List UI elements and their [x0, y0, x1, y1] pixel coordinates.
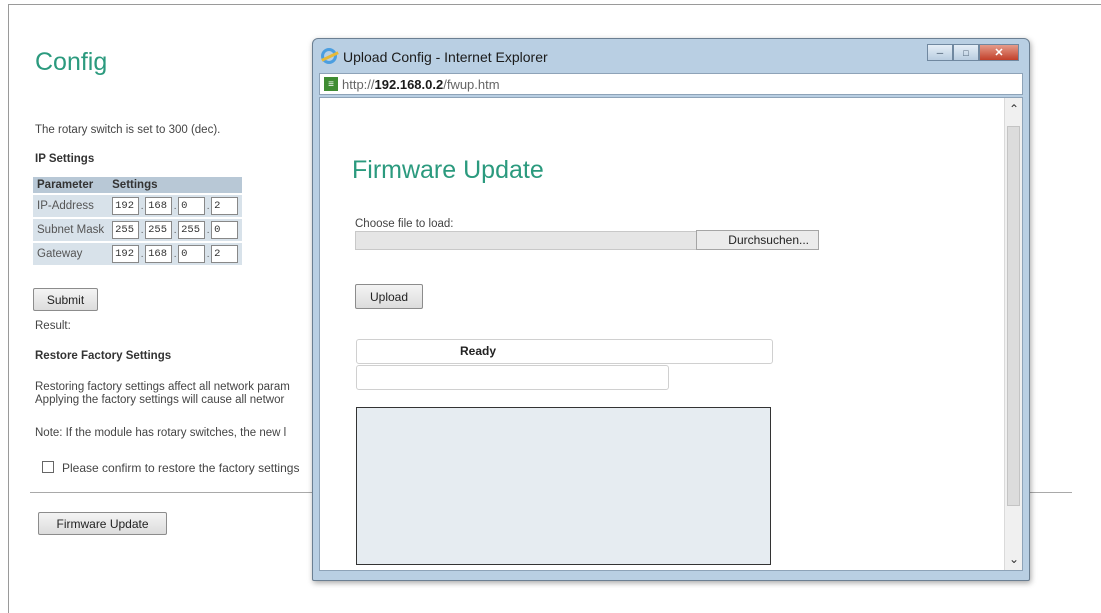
confirm-restore-checkbox[interactable]: [42, 461, 54, 473]
firmware-update-button[interactable]: Firmware Update: [38, 512, 167, 535]
browse-button[interactable]: Durchsuchen...: [696, 230, 819, 250]
maximize-icon[interactable]: □: [953, 44, 979, 61]
subnet-octet-1[interactable]: [112, 221, 140, 239]
scroll-up-icon[interactable]: ⌃: [1005, 102, 1022, 116]
gateway-octets: . . .: [108, 243, 243, 265]
scroll-thumb[interactable]: [1007, 126, 1020, 506]
rotary-note-text: Note: If the module has rotary switches,…: [35, 427, 287, 439]
table-header-row: Parameter Settings: [33, 177, 243, 193]
address-host: 192.168.0.2: [374, 76, 444, 92]
ie-logo-icon: [321, 48, 337, 64]
ip-octet-2[interactable]: [145, 197, 173, 215]
minimize-icon[interactable]: ─: [927, 44, 953, 61]
gateway-octet-1[interactable]: [112, 245, 140, 263]
address-prefix: http://: [342, 76, 375, 92]
choose-file-label: Choose file to load:: [355, 218, 454, 230]
ip-settings-heading: IP Settings: [35, 153, 95, 165]
upload-button[interactable]: Upload: [355, 284, 423, 309]
gateway-octet-2[interactable]: [145, 245, 173, 263]
ip-octet-4[interactable]: [211, 197, 239, 215]
subnet-octet-2[interactable]: [145, 221, 173, 239]
restore-description-line-2: Applying the factory settings will cause…: [35, 394, 285, 406]
window-controls: ─ □ ✕: [927, 44, 1019, 61]
popup-content: Firmware Update Choose file to load: Dur…: [319, 97, 1023, 571]
gateway-octet-4[interactable]: [211, 245, 239, 263]
table-row: Gateway . . .: [33, 243, 243, 265]
row-label-ip-address: IP-Address: [33, 195, 109, 217]
subnet-octet-4[interactable]: [211, 221, 239, 239]
rotary-switch-text: The rotary switch is set to 300 (dec).: [35, 124, 221, 136]
table-row: Subnet Mask . . .: [33, 219, 243, 241]
scroll-down-icon[interactable]: ⌄: [1005, 552, 1022, 566]
divider-right: [1030, 492, 1072, 493]
close-icon[interactable]: ✕: [979, 44, 1019, 61]
page-title: Config: [35, 48, 108, 76]
row-label-subnet-mask: Subnet Mask: [33, 219, 109, 241]
restore-factory-heading: Restore Factory Settings: [35, 350, 172, 362]
ip-octet-3[interactable]: [178, 197, 206, 215]
subnet-mask-octets: . . .: [108, 219, 243, 241]
subnet-octet-3[interactable]: [178, 221, 206, 239]
restore-description-line-1: Restoring factory settings affect all ne…: [35, 381, 290, 393]
vertical-scrollbar[interactable]: ⌃ ⌄: [1004, 98, 1022, 570]
file-path-input[interactable]: [355, 231, 697, 250]
ip-address-octets: . . .: [108, 195, 243, 217]
column-header-parameter: Parameter: [33, 177, 109, 193]
status-field: Ready: [356, 339, 773, 364]
progress-field: [356, 365, 669, 390]
page-icon: ≡: [324, 77, 338, 91]
gateway-octet-3[interactable]: [178, 245, 206, 263]
divider-left: [30, 492, 315, 493]
window-title: Upload Config - Internet Explorer: [343, 49, 548, 65]
row-label-gateway: Gateway: [33, 243, 109, 265]
upload-config-window: Upload Config - Internet Explorer ─ □ ✕ …: [312, 38, 1030, 581]
address-bar[interactable]: ≡ http://192.168.0.2/fwup.htm: [319, 73, 1023, 95]
ip-settings-table: Parameter Settings IP-Address . . . Subn…: [33, 175, 243, 267]
table-row: IP-Address . . .: [33, 195, 243, 217]
submit-button[interactable]: Submit: [33, 288, 98, 311]
log-textarea[interactable]: [356, 407, 771, 565]
confirm-restore-label: Please confirm to restore the factory se…: [62, 461, 300, 475]
ip-octet-1[interactable]: [112, 197, 140, 215]
firmware-update-heading: Firmware Update: [352, 156, 544, 184]
result-label: Result:: [35, 320, 71, 332]
address-path: /fwup.htm: [443, 76, 500, 92]
column-header-settings: Settings: [108, 177, 243, 193]
